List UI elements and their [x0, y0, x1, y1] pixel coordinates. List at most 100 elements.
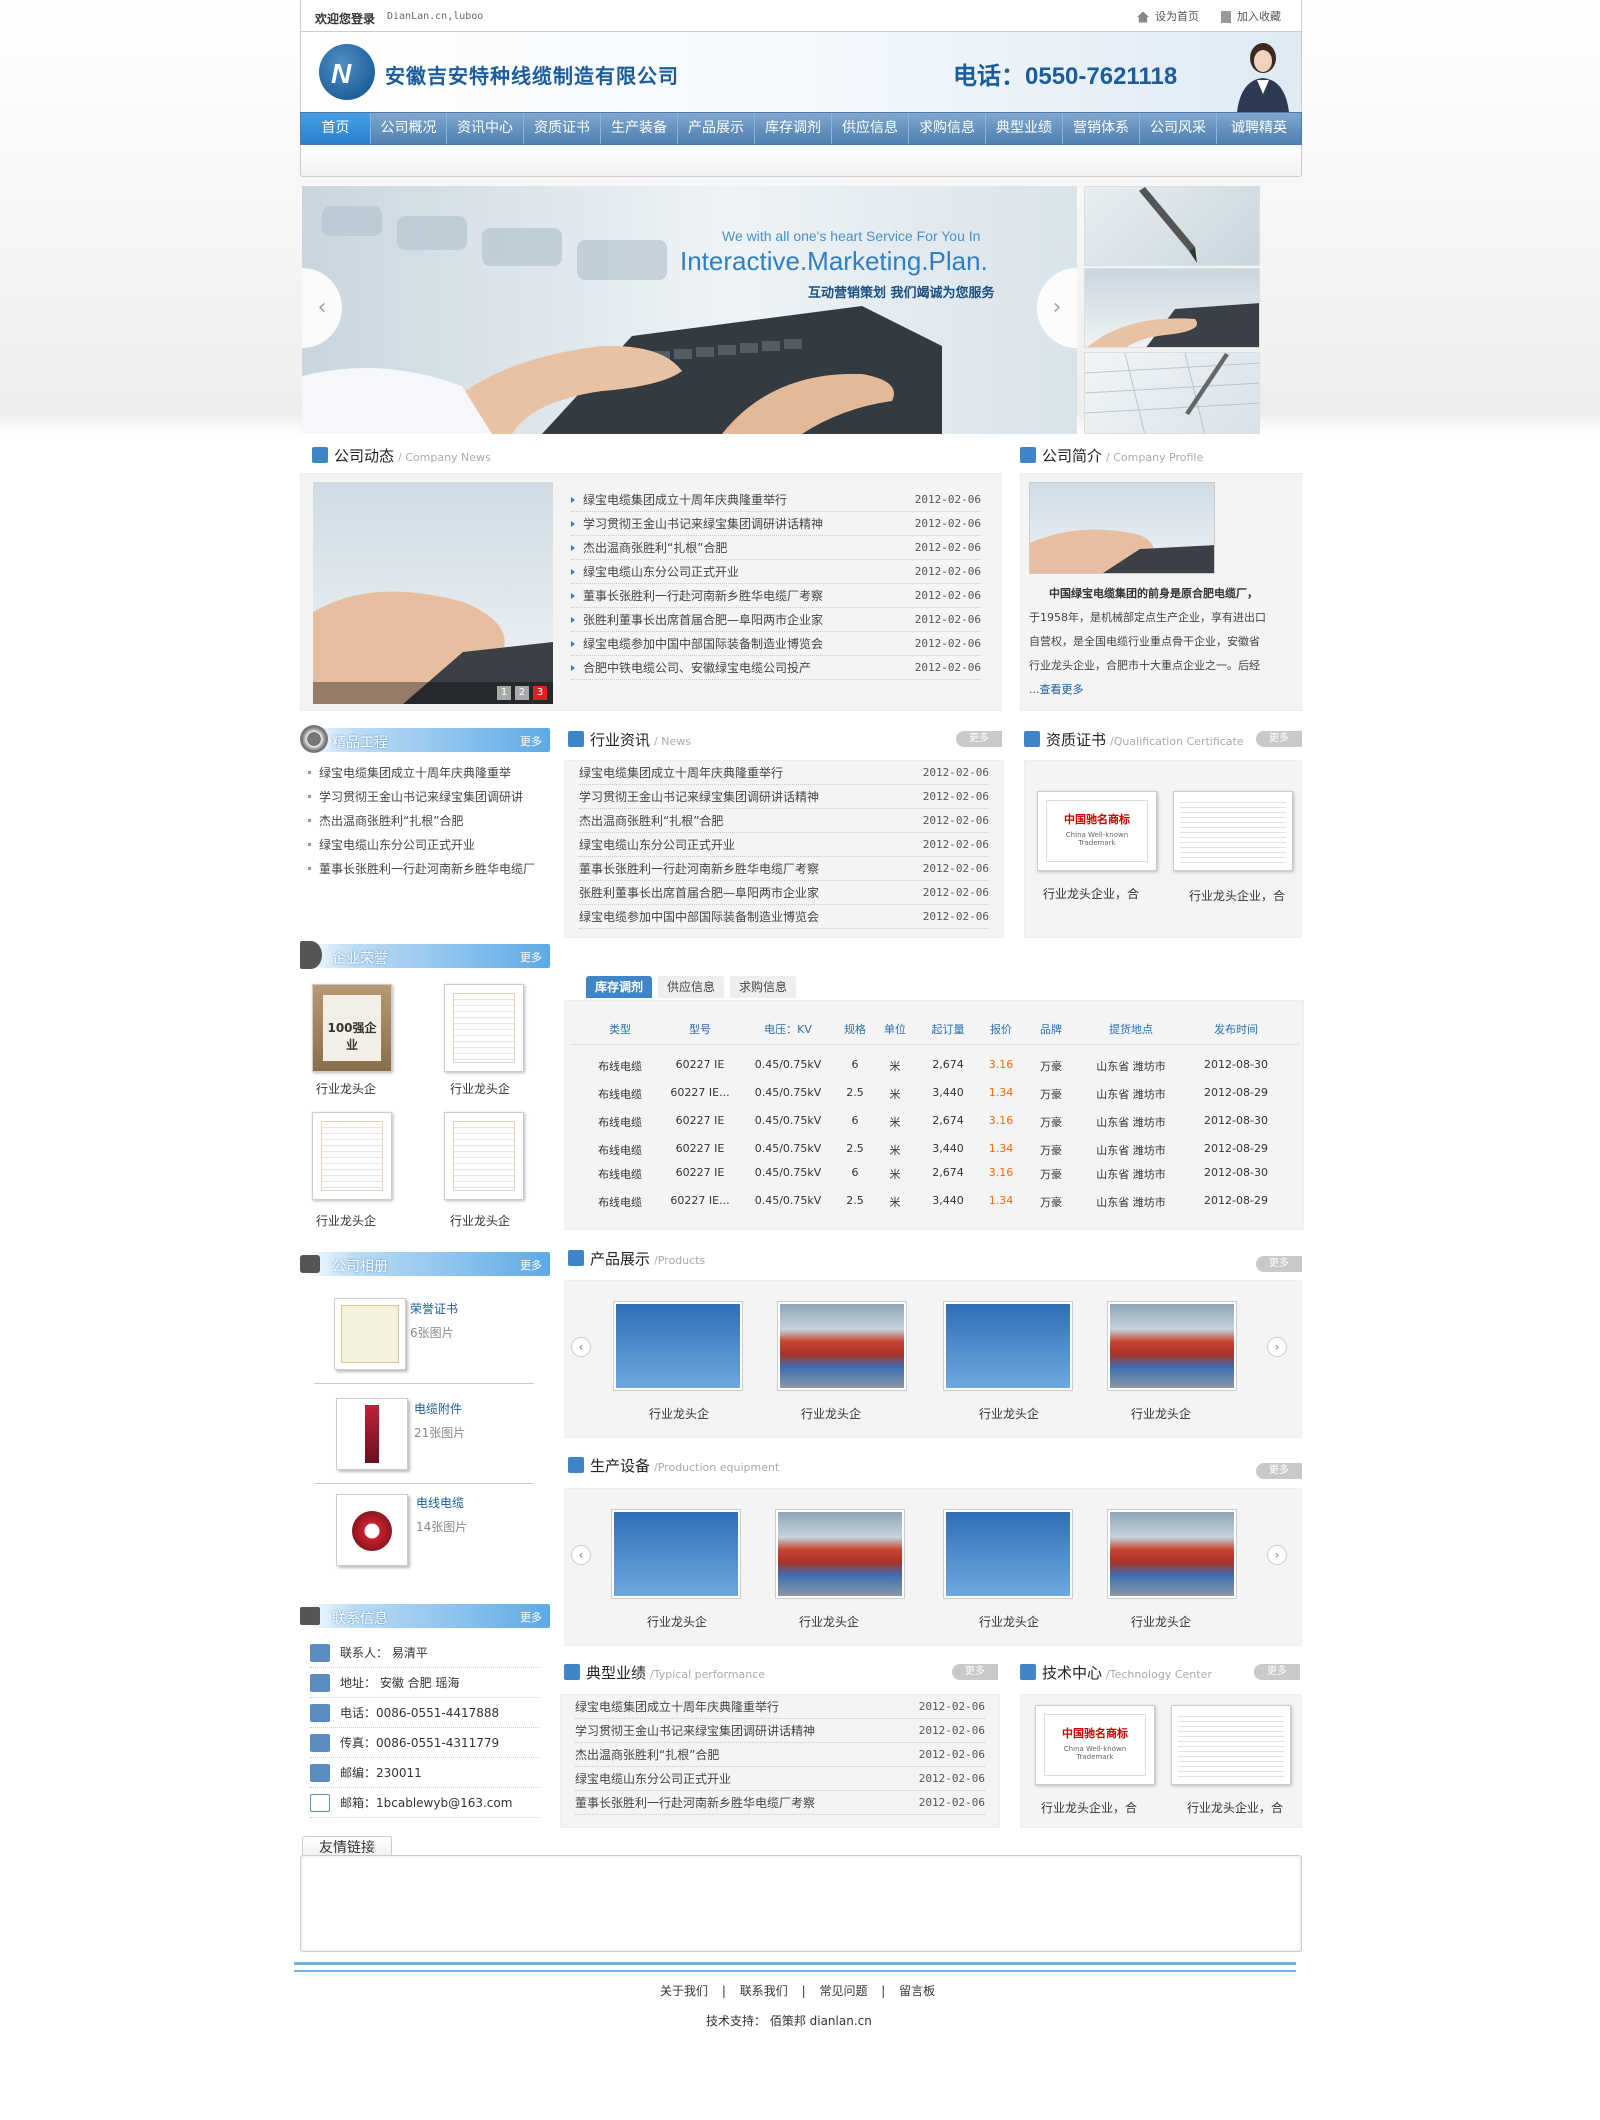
qualification-caption[interactable]: 行业龙头企业，合 — [1189, 887, 1285, 904]
footer-link-about[interactable]: 关于我们 — [660, 1984, 708, 1998]
tech-more-button[interactable]: 更多 — [1254, 1664, 1300, 1680]
qualification-caption[interactable]: 行业龙头企业，合 — [1043, 885, 1139, 902]
news-page-3[interactable]: 3 — [533, 686, 547, 700]
album-title-1[interactable]: 荣誉证书 — [410, 1300, 458, 1317]
set-home-link[interactable]: 设为首页 — [1137, 8, 1199, 24]
nav-item-supply[interactable]: 供应信息 — [832, 113, 909, 144]
honor-caption[interactable]: 行业龙头企 — [450, 1212, 510, 1229]
products-prev-button[interactable]: ‹ — [571, 1337, 591, 1357]
album-more-link[interactable]: 更多 — [520, 1257, 542, 1273]
tech-certificate-1[interactable]: 中国驰名商标 China Well-known Trademark — [1035, 1705, 1155, 1785]
slider-thumb-1[interactable] — [1084, 186, 1260, 266]
contact-more-link[interactable]: 更多 — [520, 1609, 542, 1625]
equipment-prev-button[interactable]: ‹ — [571, 1545, 591, 1565]
tab-stock[interactable]: 库存调剂 — [586, 976, 652, 998]
stock-row[interactable]: 布线电缆 60227 IE 0.45/0.75kV 2.5 米 3,440 1.34 万豪 山东… — [571, 1139, 1299, 1161]
trademark-certificate-1[interactable]: 中国驰名商标 China Well-known Trademark — [1037, 791, 1157, 871]
performance-item[interactable]: 学习贯彻王金山书记来绿宝集团调研讲话精神 2012-02-06 — [575, 1719, 985, 1743]
album-cover-cable[interactable] — [336, 1494, 408, 1566]
nav-item-marketing[interactable]: 营销体系 — [1063, 113, 1140, 144]
jingpin-link[interactable]: 董事长张胜利一行赴河南新乡胜华电缆厂 — [308, 860, 535, 877]
stock-row[interactable]: 布线电缆 60227 IE 0.45/0.75kV 6 米 2,674 3.16 万豪 山东省 … — [571, 1055, 1299, 1077]
equipment-more-button[interactable]: 更多 — [1256, 1463, 1302, 1479]
honor-certificate-3[interactable] — [312, 1112, 392, 1200]
qualification-more-button[interactable]: 更多 — [1256, 731, 1302, 747]
industry-item[interactable]: 绿宝电缆集团成立十周年庆典隆重举行 2012-02-06 — [579, 761, 989, 785]
industry-item[interactable]: 张胜利董事长出席首届合肥—阜阳两市企业家 2012-02-06 — [579, 881, 989, 905]
news-item[interactable]: 绿宝电缆集团成立十周年庆典隆重举行 2012-02-06 — [571, 488, 981, 512]
nav-item-jobs[interactable]: 诚聘精英 — [1217, 113, 1301, 144]
honor-certificate-2[interactable] — [444, 984, 524, 1072]
honor-certificate-4[interactable] — [444, 1112, 524, 1200]
product-caption[interactable]: 行业龙头企 — [979, 1405, 1039, 1422]
industry-item[interactable]: 杰出温商张胜利“扎根”合肥 2012-02-06 — [579, 809, 989, 833]
products-more-button[interactable]: 更多 — [1256, 1256, 1302, 1272]
tech-certificate-2[interactable] — [1171, 1705, 1291, 1785]
welcome-login-link[interactable]: 欢迎您登录 — [315, 10, 375, 27]
equipment-caption[interactable]: 行业龙头企 — [979, 1613, 1039, 1630]
honor-plaque-1[interactable]: 100强企业 — [312, 984, 392, 1072]
certificate-document-1[interactable] — [1173, 791, 1293, 871]
performance-more-button[interactable]: 更多 — [952, 1664, 998, 1680]
album-title-3[interactable]: 电线电缆 — [416, 1494, 464, 1511]
industry-item[interactable]: 绿宝电缆山东分公司正式开业 2012-02-06 — [579, 833, 989, 857]
honor-caption[interactable]: 行业龙头企 — [316, 1212, 376, 1229]
news-item[interactable]: 学习贯彻王金山书记来绿宝集团调研讲话精神 2012-02-06 — [571, 512, 981, 536]
industry-item[interactable]: 绿宝电缆参加中国中部国际装备制造业博览会 2012-02-06 — [579, 905, 989, 929]
honor-more-link[interactable]: 更多 — [520, 949, 542, 965]
equipment-caption[interactable]: 行业龙头企 — [799, 1613, 859, 1630]
equipment-caption[interactable]: 行业龙头企 — [1131, 1613, 1191, 1630]
product-caption[interactable]: 行业龙头企 — [649, 1405, 709, 1422]
nav-item-equipment[interactable]: 生产装备 — [601, 113, 678, 144]
industry-more-button[interactable]: 更多 — [956, 731, 1002, 747]
performance-item[interactable]: 董事长张胜利一行赴河南新乡胜华电缆厂考察 2012-02-06 — [575, 1791, 985, 1815]
performance-item[interactable]: 绿宝电缆山东分公司正式开业 2012-02-06 — [575, 1767, 985, 1791]
footer-link-faq[interactable]: 常见问题 — [819, 1984, 867, 1998]
products-next-button[interactable]: › — [1267, 1337, 1287, 1357]
stock-row[interactable]: 布线电缆 60227 IE 0.45/0.75kV 6 米 2,674 3.16 万豪 山东省 … — [571, 1163, 1299, 1185]
performance-item[interactable]: 绿宝电缆集团成立十周年庆典隆重举行 2012-02-06 — [575, 1695, 985, 1719]
company-logo[interactable]: N — [319, 44, 375, 100]
equipment-caption[interactable]: 行业龙头企 — [647, 1613, 707, 1630]
tech-caption[interactable]: 行业龙头企业，合 — [1187, 1799, 1283, 1816]
honor-caption[interactable]: 行业龙头企 — [450, 1080, 510, 1097]
album-title-2[interactable]: 电缆附件 — [414, 1400, 462, 1417]
equipment-image-2[interactable] — [775, 1509, 905, 1599]
equipment-next-button[interactable]: › — [1267, 1545, 1287, 1565]
footer-link-guestbook[interactable]: 留言板 — [899, 1984, 935, 1998]
news-item[interactable]: 绿宝电缆山东分公司正式开业 2012-02-06 — [571, 560, 981, 584]
nav-item-company[interactable]: 公司概况 — [371, 113, 447, 144]
news-item[interactable]: 绿宝电缆参加中国中部国际装备制造业博览会 2012-02-06 — [571, 632, 981, 656]
tab-purchase[interactable]: 求购信息 — [730, 976, 796, 998]
news-page-2[interactable]: 2 — [515, 686, 529, 700]
equipment-image-3[interactable] — [943, 1509, 1073, 1599]
news-item[interactable]: 董事长张胜利一行赴河南新乡胜华电缆厂考察 2012-02-06 — [571, 584, 981, 608]
nav-item-style[interactable]: 公司风采 — [1140, 113, 1217, 144]
album-cover-honor[interactable] — [334, 1298, 406, 1370]
news-item[interactable]: 合肥中铁电缆公司、安徽绿宝电缆公司投产 2012-02-06 — [571, 656, 981, 680]
nav-item-purchase[interactable]: 求购信息 — [909, 113, 986, 144]
industry-item[interactable]: 董事长张胜利一行赴河南新乡胜华电缆厂考察 2012-02-06 — [579, 857, 989, 881]
nav-item-stock[interactable]: 库存调剂 — [755, 113, 832, 144]
nav-item-certificates[interactable]: 资质证书 — [524, 113, 601, 144]
nav-item-products[interactable]: 产品展示 — [678, 113, 755, 144]
product-image-2[interactable] — [777, 1301, 907, 1391]
nav-item-performance[interactable]: 典型业绩 — [986, 113, 1063, 144]
performance-item[interactable]: 杰出温商张胜利“扎根”合肥 2012-02-06 — [575, 1743, 985, 1767]
stock-row[interactable]: 布线电缆 60227 IE... 0.45/0.75kV 2.5 米 3,440 1.34 万… — [571, 1083, 1299, 1105]
equipment-image-4[interactable] — [1107, 1509, 1237, 1599]
news-page-1[interactable]: 1 — [497, 686, 511, 700]
product-image-4[interactable] — [1107, 1301, 1237, 1391]
tech-caption[interactable]: 行业龙头企业，合 — [1041, 1799, 1137, 1816]
product-image-1[interactable] — [613, 1301, 743, 1391]
nav-item-home[interactable]: 首页 — [301, 113, 371, 144]
jingpin-more-link[interactable]: 更多 — [520, 733, 542, 749]
product-image-3[interactable] — [943, 1301, 1073, 1391]
slider-thumb-3[interactable] — [1084, 352, 1260, 434]
product-caption[interactable]: 行业龙头企 — [1131, 1405, 1191, 1422]
contact-email[interactable]: 邮箱：1bcablewyb@163.com — [310, 1788, 540, 1818]
jingpin-link[interactable]: 学习贯彻王金山书记来绿宝集团调研讲 — [308, 788, 523, 805]
jingpin-link[interactable]: 绿宝电缆山东分公司正式开业 — [308, 836, 475, 853]
footer-link-contact[interactable]: 联系我们 — [740, 1984, 788, 1998]
product-caption[interactable]: 行业龙头企 — [801, 1405, 861, 1422]
